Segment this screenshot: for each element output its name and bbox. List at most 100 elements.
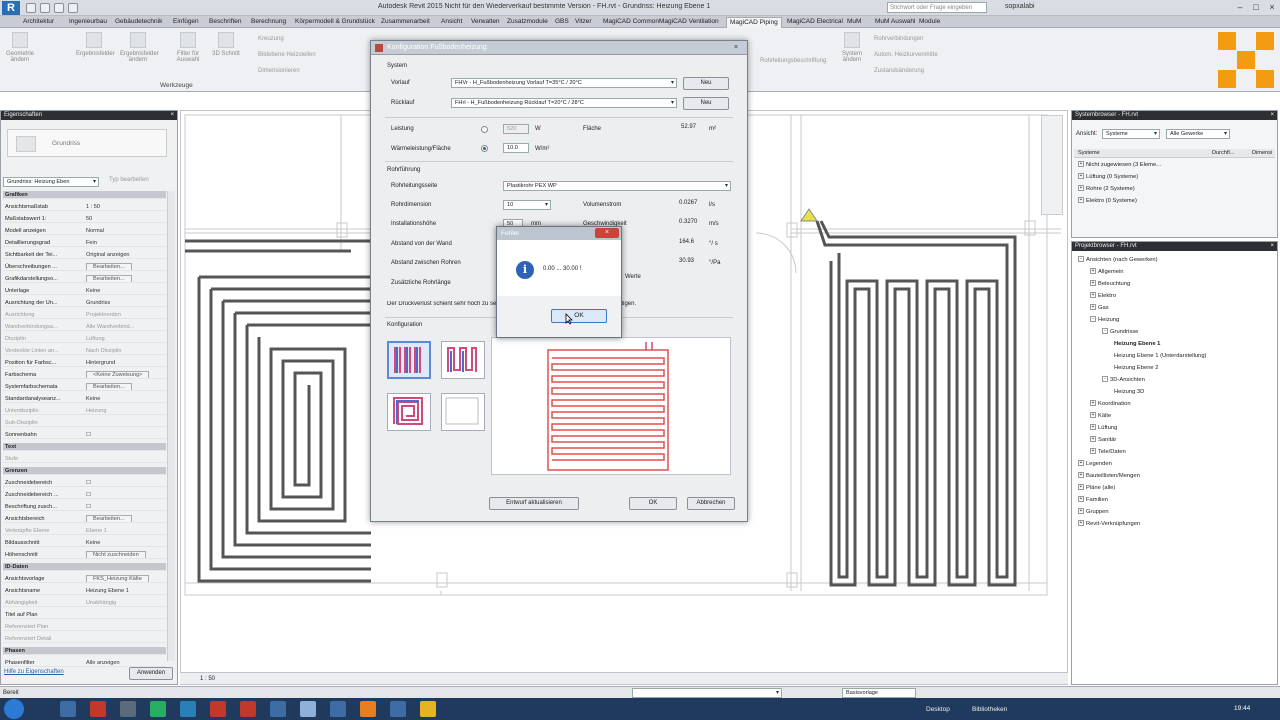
- app-icon[interactable]: [360, 701, 376, 717]
- ribbon-button[interactable]: Ergebnisfelder ändern: [120, 32, 159, 63]
- view-scale[interactable]: 1 : 50: [200, 676, 215, 682]
- tree-item[interactable]: + Legenden: [1078, 460, 1112, 468]
- property-value[interactable]: Bearbeiten...: [86, 263, 166, 270]
- tab-geb-udetechnik[interactable]: Gebäudetechnik: [112, 17, 165, 28]
- property-value[interactable]: ☐: [86, 491, 166, 498]
- collapse-icon[interactable]: -: [1090, 316, 1096, 323]
- property-edit-button[interactable]: Bearbeiten...: [86, 383, 132, 390]
- ribbon-small-item[interactable]: Rohrleitungsbeschriftung: [760, 58, 826, 64]
- expand-icon[interactable]: +: [1090, 292, 1096, 299]
- ribbon-button[interactable]: Geometrie ändern: [2, 32, 38, 63]
- property-value[interactable]: 50: [86, 215, 166, 222]
- apply-button[interactable]: Anwenden: [129, 667, 173, 680]
- warning-icon[interactable]: [800, 208, 818, 222]
- view-select[interactable]: Systeme ▾: [1102, 129, 1160, 139]
- close-icon[interactable]: ×: [170, 111, 174, 120]
- property-section[interactable]: Phasen: [3, 647, 166, 655]
- app-icon[interactable]: [120, 701, 136, 717]
- property-section[interactable]: Text: [3, 443, 166, 451]
- expand-icon[interactable]: +: [1078, 173, 1084, 180]
- layout-double-meander-option[interactable]: [441, 341, 485, 379]
- collapse-icon[interactable]: -: [1102, 328, 1108, 335]
- rohrtyp-select[interactable]: Plastikrohr PEX WP ▾: [503, 181, 731, 191]
- tree-item[interactable]: + Kälte: [1090, 412, 1111, 420]
- ribbon-small-item[interactable]: Rohrverbindungen: [874, 36, 923, 42]
- ribbon-button[interactable]: Ergebnisfelder: [76, 32, 115, 57]
- edit-type-button[interactable]: Typ bearbeiten: [109, 177, 149, 183]
- ribbon-small-item[interactable]: Zustandsänderung: [874, 68, 924, 74]
- tab-gbs[interactable]: GBS: [552, 17, 572, 28]
- property-value[interactable]: ☐: [86, 479, 166, 486]
- expand-icon[interactable]: +: [1078, 460, 1084, 467]
- help-link[interactable]: Hilfe zu Eigenschaften: [4, 669, 64, 675]
- tab-mum[interactable]: MuM: [844, 17, 864, 28]
- tab-magicad-ventilation[interactable]: MagiCAD Ventilation: [656, 17, 722, 28]
- tab-magicad-electrical[interactable]: MagiCAD Electrical: [784, 17, 846, 28]
- save-icon[interactable]: [40, 3, 50, 13]
- layout-spiral-option[interactable]: [387, 393, 431, 431]
- close-icon[interactable]: ×: [595, 228, 619, 238]
- design-option-select[interactable]: Basisvorlage: [842, 688, 916, 698]
- tab-architektur[interactable]: Architektur: [20, 17, 57, 28]
- expand-icon[interactable]: +: [1078, 472, 1084, 479]
- type-selector[interactable]: Grundriss: [7, 129, 167, 157]
- property-value[interactable]: <Keine Zuweisung>: [86, 371, 166, 378]
- vorlauf-select[interactable]: FHVr - H_Fußbodenheizung Vorlauf T=35°C …: [451, 78, 677, 88]
- minimize-icon[interactable]: –: [1232, 1, 1248, 14]
- property-value[interactable]: 1 : 50: [86, 203, 166, 210]
- undo-icon[interactable]: [54, 3, 64, 13]
- tab-k-rpermodell-grundst-ck[interactable]: Körpermodell & Grundstück: [292, 17, 378, 28]
- ribbon-small-item[interactable]: Kreuzung: [258, 36, 284, 42]
- instance-selector[interactable]: Grundriss: Heizung Eben ▾: [3, 177, 99, 187]
- workset-select[interactable]: ▾: [632, 688, 782, 698]
- tree-item[interactable]: -3D-Ansichten: [1102, 376, 1145, 384]
- layout-meander-option[interactable]: [387, 341, 431, 379]
- property-edit-button[interactable]: Bearbeiten...: [86, 515, 132, 522]
- ruecklauf-select[interactable]: FHrl - H_Fußbodenheizung Rücklauf T=20°C…: [451, 98, 677, 108]
- cancel-button[interactable]: Abbrechen: [687, 497, 735, 510]
- tree-item[interactable]: + Gruppen: [1078, 508, 1109, 516]
- open-icon[interactable]: [26, 3, 36, 13]
- new-supply-button[interactable]: Neu: [683, 77, 729, 90]
- app-icon[interactable]: [240, 701, 256, 717]
- property-value[interactable]: Normal: [86, 227, 166, 234]
- ribbon-small-item[interactable]: Bildebene Heizstellen: [258, 52, 316, 58]
- tab-einf-gen[interactable]: Einfügen: [170, 17, 202, 28]
- tab-ansicht[interactable]: Ansicht: [438, 17, 465, 28]
- app-icon[interactable]: [420, 701, 436, 717]
- tree-item[interactable]: + Revit-Verknüpfungen: [1078, 520, 1140, 528]
- app-icon[interactable]: [180, 701, 196, 717]
- tree-item[interactable]: Heizung Ebene 2: [1114, 364, 1158, 372]
- property-section[interactable]: ID-Daten: [3, 563, 166, 571]
- discipline-select[interactable]: Alle Gewerke ▾: [1166, 129, 1230, 139]
- close-icon[interactable]: ×: [1270, 111, 1274, 120]
- tree-item[interactable]: + Lüftung: [1090, 424, 1117, 432]
- property-value[interactable]: Original anzeigen: [86, 251, 166, 258]
- tab-zusammenarbeit[interactable]: Zusammenarbeit: [378, 17, 433, 28]
- property-value[interactable]: Keine: [86, 395, 166, 402]
- layout-empty-option[interactable]: [441, 393, 485, 431]
- property-edit-button[interactable]: Nicht zuschneiden: [86, 551, 146, 558]
- property-section[interactable]: Grafiken: [3, 191, 166, 199]
- new-return-button[interactable]: Neu: [683, 97, 729, 110]
- collapse-icon[interactable]: -: [1078, 256, 1084, 263]
- property-value[interactable]: Grundriss: [86, 299, 166, 306]
- tree-item[interactable]: + Sanitär: [1090, 436, 1116, 444]
- app-icon[interactable]: [150, 701, 166, 717]
- property-value[interactable]: ☐: [86, 431, 166, 438]
- ribbon-button[interactable]: Filter für Auswahl: [170, 32, 206, 63]
- expand-icon[interactable]: +: [1078, 484, 1084, 491]
- tree-item[interactable]: + Elektro: [1090, 292, 1116, 300]
- tree-item[interactable]: - Heizung: [1090, 316, 1119, 324]
- tree-item[interactable]: Heizung Ebene 1: [1114, 340, 1160, 348]
- tree-item[interactable]: + Allgemein: [1090, 268, 1123, 276]
- expand-icon[interactable]: +: [1078, 161, 1084, 168]
- waerme-field[interactable]: 10.0: [503, 143, 529, 153]
- tree-item[interactable]: + Nicht zugewiesen (3 Eleme...: [1078, 161, 1161, 169]
- tab-magicad-piping[interactable]: MagiCAD Piping: [726, 17, 782, 28]
- expand-icon[interactable]: +: [1090, 268, 1096, 275]
- tree-item[interactable]: + Gas: [1090, 304, 1109, 312]
- expand-icon[interactable]: +: [1090, 424, 1096, 431]
- start-button[interactable]: [4, 699, 24, 719]
- tab-beschriften[interactable]: Beschriften: [206, 17, 245, 28]
